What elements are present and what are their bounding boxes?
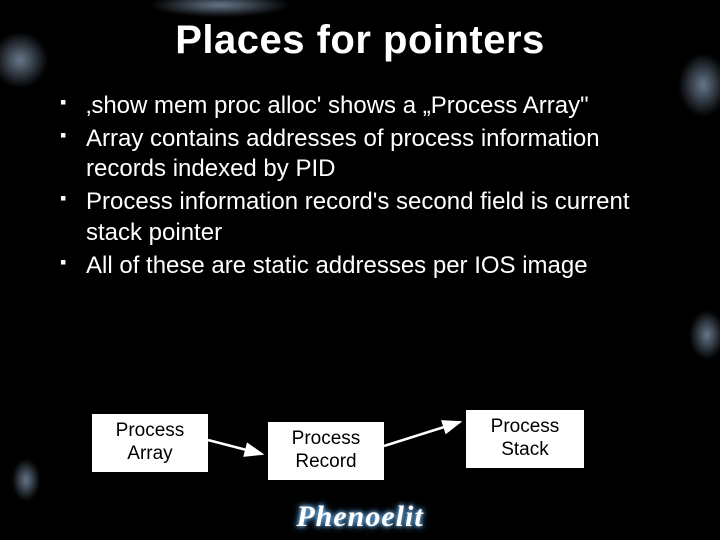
- slide-title: Places for pointers: [40, 18, 680, 63]
- box-process-record: ProcessRecord: [268, 422, 384, 480]
- box-label: ProcessArray: [116, 420, 185, 466]
- slide: Places for pointers ‚show mem proc alloc…: [0, 0, 720, 540]
- bullet-list: ‚show mem proc alloc' shows a „Process A…: [40, 91, 680, 281]
- box-process-stack: ProcessStack: [466, 410, 584, 468]
- arrow-icon: [206, 432, 272, 460]
- box-process-array: ProcessArray: [92, 414, 208, 472]
- bullet-item: Array contains addresses of process info…: [86, 124, 660, 185]
- diagram-row: ProcessArray ProcessRecord: [0, 408, 720, 478]
- bullet-item: ‚show mem proc alloc' shows a „Process A…: [86, 91, 660, 122]
- footer-logo: Phenoelit: [0, 500, 720, 534]
- arrow-icon: [382, 416, 470, 452]
- box-label: ProcessStack: [491, 416, 560, 462]
- bullet-item: All of these are static addresses per IO…: [86, 251, 660, 282]
- decor-glow: [682, 300, 720, 370]
- bullet-item: Process information record's second fiel…: [86, 187, 660, 248]
- box-label: ProcessRecord: [292, 428, 361, 474]
